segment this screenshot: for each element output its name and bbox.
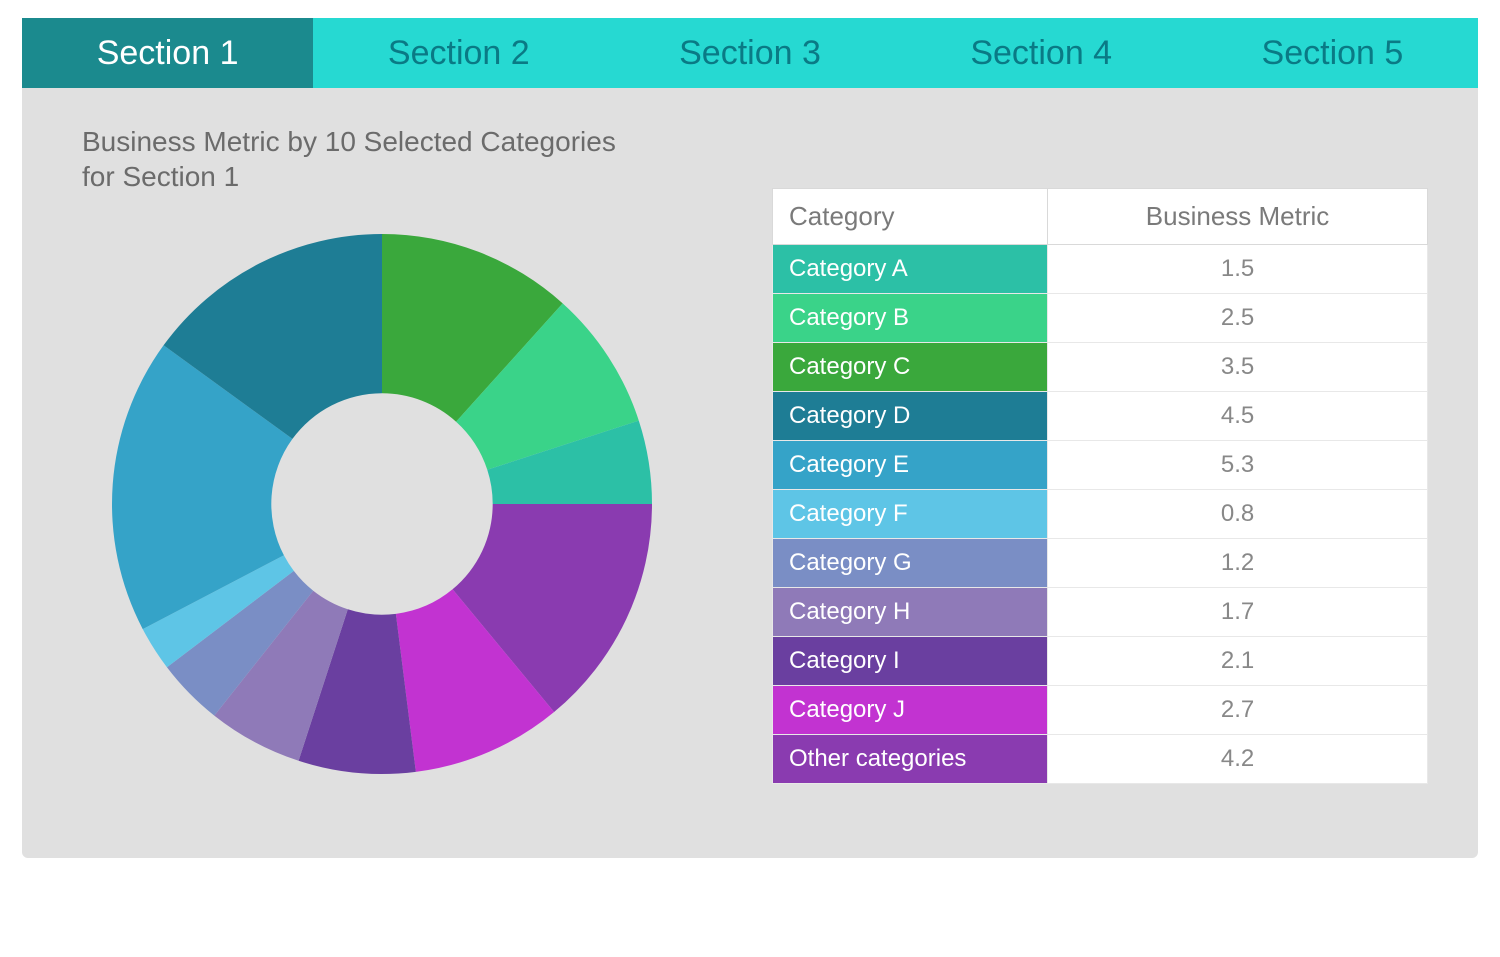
category-cell: Category J (773, 686, 1048, 735)
header-category: Category (773, 189, 1048, 245)
value-cell: 1.7 (1048, 588, 1428, 637)
table-row: Category H1.7 (773, 588, 1428, 637)
table-row: Category G1.2 (773, 539, 1428, 588)
table-header-row: Category Business Metric (773, 189, 1428, 245)
category-cell: Category G (773, 539, 1048, 588)
tab-section-2[interactable]: Section 2 (313, 18, 604, 88)
category-cell: Other categories (773, 735, 1048, 784)
header-metric: Business Metric (1048, 189, 1428, 245)
data-table: Category Business Metric Category A1.5Ca… (772, 188, 1428, 784)
dashboard-panel: Business Metric by 10 Selected Categorie… (22, 88, 1478, 858)
tab-section-4[interactable]: Section 4 (896, 18, 1187, 88)
table-row: Category F0.8 (773, 490, 1428, 539)
tab-section-3[interactable]: Section 3 (604, 18, 895, 88)
dashboard: Section 1Section 2Section 3Section 4Sect… (22, 18, 1478, 858)
table-row: Category C3.5 (773, 343, 1428, 392)
value-cell: 4.2 (1048, 735, 1428, 784)
category-cell: Category F (773, 490, 1048, 539)
value-cell: 4.5 (1048, 392, 1428, 441)
category-cell: Category B (773, 294, 1048, 343)
chart-area: Business Metric by 10 Selected Categorie… (82, 124, 732, 838)
category-cell: Category H (773, 588, 1048, 637)
chart-title: Business Metric by 10 Selected Categorie… (82, 124, 642, 194)
category-cell: Category A (773, 245, 1048, 294)
table-row: Category B2.5 (773, 294, 1428, 343)
value-cell: 5.3 (1048, 441, 1428, 490)
table-row: Category A1.5 (773, 245, 1428, 294)
value-cell: 1.2 (1048, 539, 1428, 588)
value-cell: 1.5 (1048, 245, 1428, 294)
value-cell: 2.5 (1048, 294, 1428, 343)
table-row: Category I2.1 (773, 637, 1428, 686)
value-cell: 3.5 (1048, 343, 1428, 392)
category-cell: Category C (773, 343, 1048, 392)
value-cell: 2.1 (1048, 637, 1428, 686)
donut-chart (82, 204, 682, 804)
table-row: Category J2.7 (773, 686, 1428, 735)
table-row: Category D4.5 (773, 392, 1428, 441)
category-cell: Category E (773, 441, 1048, 490)
table-area: Category Business Metric Category A1.5Ca… (772, 124, 1428, 838)
category-cell: Category I (773, 637, 1048, 686)
table-row: Other categories4.2 (773, 735, 1428, 784)
table-row: Category E5.3 (773, 441, 1428, 490)
section-tabs: Section 1Section 2Section 3Section 4Sect… (22, 18, 1478, 88)
category-cell: Category D (773, 392, 1048, 441)
value-cell: 2.7 (1048, 686, 1428, 735)
donut-hole (274, 396, 491, 613)
tab-section-1[interactable]: Section 1 (22, 18, 313, 88)
value-cell: 0.8 (1048, 490, 1428, 539)
tab-section-5[interactable]: Section 5 (1187, 18, 1478, 88)
